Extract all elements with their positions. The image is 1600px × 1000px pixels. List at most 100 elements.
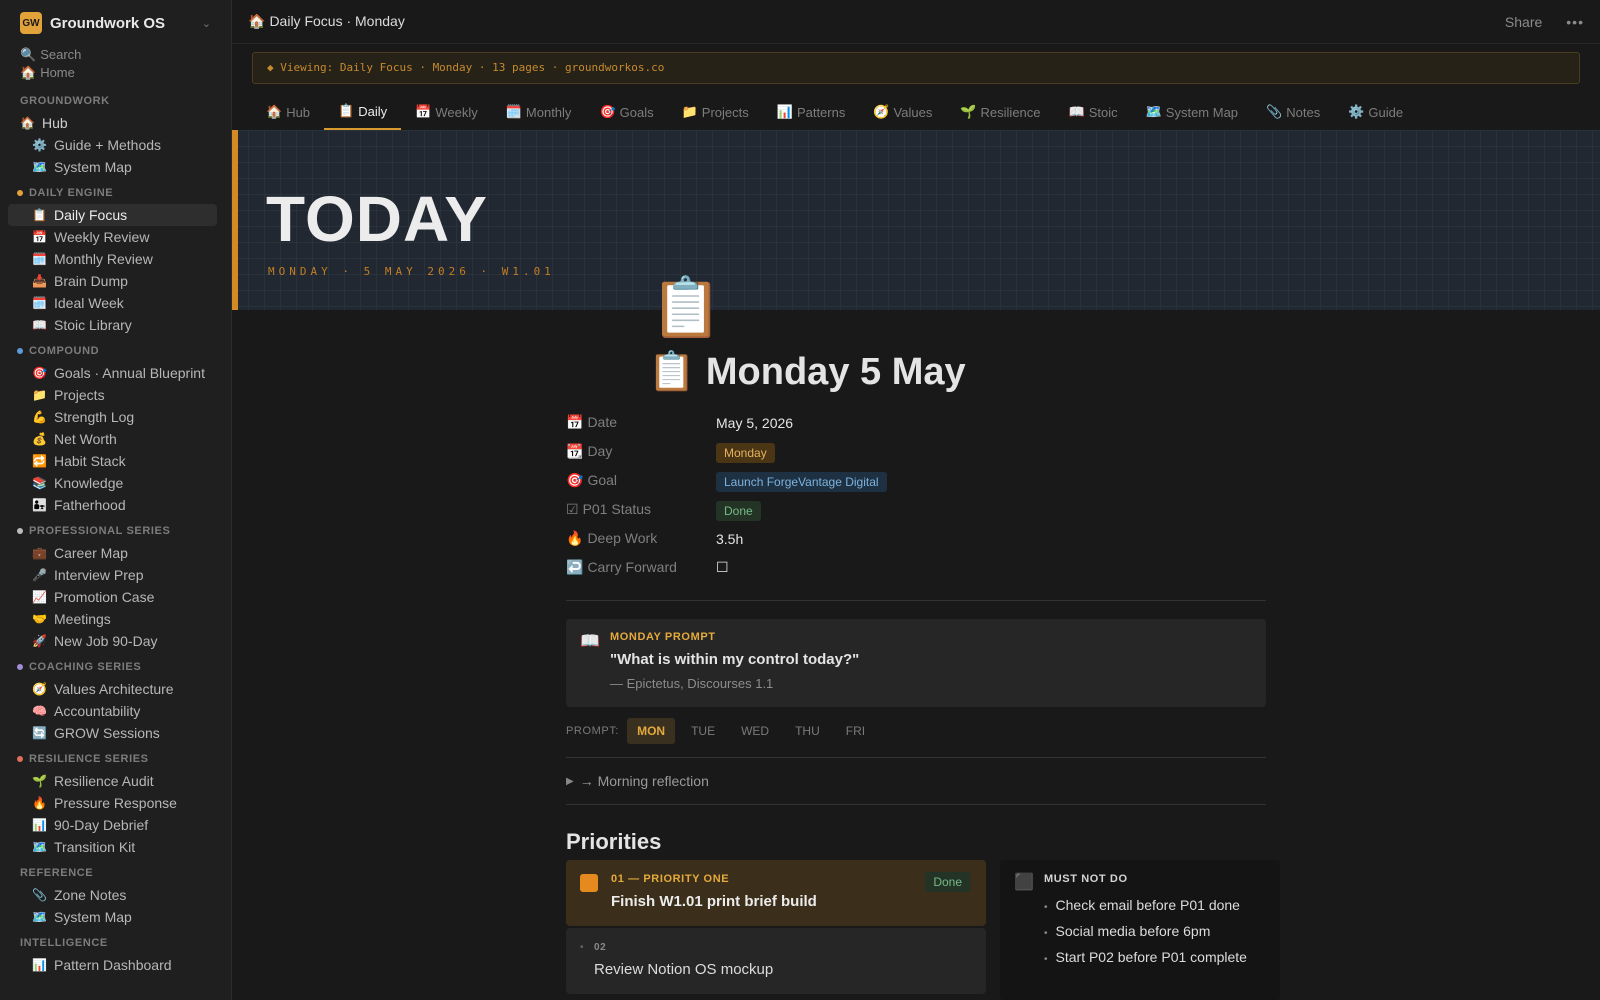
sidebar-item[interactable]: 🗺️ Transition Kit [8,836,217,858]
sidebar-item-label: Weekly Review [54,229,150,245]
sidebar-item[interactable]: 🚀 New Job 90-Day [8,630,217,652]
sidebar-item-icon: 💰 [32,432,47,446]
priority-one-label: 01 — PRIORITY ONE [611,873,730,885]
sidebar-item-icon: 📥 [32,274,47,288]
tab-values[interactable]: 🧭 Values [859,94,946,130]
priority-one-card[interactable]: 01 — PRIORITY ONE Finish W1.01 print bri… [566,860,986,926]
sidebar-home[interactable]: 🏠 Home [0,64,231,82]
tab-monthly[interactable]: 🗓️ Monthly [492,94,586,130]
tab-weekly[interactable]: 📅 Weekly [401,94,492,130]
sidebar-item[interactable]: 👨‍👧 Fatherhood [8,494,217,516]
sidebar-item[interactable]: 🗺️ System Map [8,156,217,178]
sidebar-item[interactable]: 📅 Weekly Review [8,226,217,248]
sidebar-item[interactable]: 📊 90-Day Debrief [8,814,217,836]
sidebar-item-label: Zone Notes [54,887,127,903]
property-key[interactable]: 🔥 Deep Work [566,530,716,547]
property-key[interactable]: 📆 Day [566,443,716,460]
sidebar-item[interactable]: 💼 Career Map [8,542,217,564]
tab-hub[interactable]: 🏠 Hub [252,94,324,130]
tab-stoic[interactable]: 📖 Stoic [1055,94,1132,130]
sidebar-item[interactable]: 💪 Strength Log [8,406,217,428]
property-value[interactable]: Launch ForgeVantage Digital [716,471,887,492]
property-key-label: Date [587,414,618,430]
priority-two-card[interactable]: • 02 Review Notion OS mockup [566,928,986,994]
sidebar-item[interactable]: 📖 Stoic Library [8,314,217,336]
must-not-do-list: Check email before P01 doneSocial media … [1044,897,1247,975]
prompt-day-wed[interactable]: WED [731,718,779,744]
sidebar-search[interactable]: 🔍 Search [0,46,231,64]
sidebar-item[interactable]: 🌱 Resilience Audit [8,770,217,792]
sidebar-item-icon: 📁 [32,388,47,402]
chevron-down-icon[interactable]: ⌄ [202,17,211,30]
property-icon: 📆 [566,443,584,459]
tab-patterns[interactable]: 📊 Patterns [763,94,860,130]
sidebar-item-icon: 🚀 [32,634,47,648]
share-button[interactable]: Share [1505,14,1542,30]
sidebar-item-label: Promotion Case [54,589,155,605]
tab-guide[interactable]: ⚙️ Guide [1334,94,1417,130]
sidebar-item[interactable]: 🏠 Hub [8,112,217,134]
sidebar-item[interactable]: 📁 Projects [8,384,217,406]
property-key-label: Deep Work [587,530,658,546]
property-icon: 🎯 [566,472,584,488]
morning-reflection-toggle[interactable]: ▶ → Morning reflection [566,757,1266,805]
sidebar-item[interactable]: 🗓️ Ideal Week [8,292,217,314]
property-value[interactable]: Done [716,500,761,521]
clipboard-icon[interactable]: 📋 [650,274,722,342]
sidebar-item[interactable]: 📚 Knowledge [8,472,217,494]
property-key[interactable]: ↩️ Carry Forward [566,559,716,576]
property-value[interactable]: ☐ [716,559,729,576]
property-key[interactable]: ☑ P01 Status [566,501,716,518]
tab-projects[interactable]: 📁 Projects [668,94,763,130]
sidebar-item[interactable]: 📊 Pattern Dashboard [8,954,217,976]
sidebar-item-label: Hub [42,115,68,131]
prompt-day-thu[interactable]: THU [785,718,830,744]
tab-icon: 📁 [681,104,698,119]
sidebar-item[interactable]: 🧭 Values Architecture [8,678,217,700]
tab-resilience[interactable]: 🌱 Resilience [946,94,1054,130]
sidebar-item[interactable]: 🤝 Meetings [8,608,217,630]
sidebar-item[interactable]: 🎯 Goals · Annual Blueprint [8,362,217,384]
workspace-switcher[interactable]: GW Groundwork OS ⌄ [0,0,231,46]
sidebar: GW Groundwork OS ⌄ 🔍 Search 🏠 Home GROUNDW… [0,0,232,1000]
sidebar-item-label: Meetings [54,611,111,627]
property-value[interactable]: 3.5h [716,531,743,547]
sidebar-item-label: Daily Focus [54,207,128,223]
sidebar-item[interactable]: 🔁 Habit Stack [8,450,217,472]
property-value[interactable]: Monday [716,442,775,463]
tab-goals[interactable]: 🎯 Goals [585,94,667,130]
sidebar-item[interactable]: 📥 Brain Dump [8,270,217,292]
property-value[interactable]: May 5, 2026 [716,415,793,431]
sidebar-item[interactable]: 📈 Promotion Case [8,586,217,608]
sidebar-item-icon: 📅 [32,230,47,244]
sidebar-item-icon: 🗺️ [32,910,47,924]
sidebar-item[interactable]: ⚙️ Guide + Methods [8,134,217,156]
tab-label: Monthly [525,104,572,120]
page-title[interactable]: 📋 Monday 5 May [648,350,1266,402]
tab-notes[interactable]: 📎 Notes [1252,94,1334,130]
breadcrumb[interactable]: 🏠 Daily Focus · Monday [248,13,1505,30]
sidebar-item-icon: 🎯 [32,366,47,380]
tab-system-map[interactable]: 🗺️ System Map [1132,94,1252,130]
sidebar-item[interactable]: 🧠 Accountability [8,700,217,722]
more-options-icon[interactable]: ••• [1566,14,1584,30]
sidebar-item[interactable]: 📎 Zone Notes [8,884,217,906]
sidebar-item[interactable]: 🎤 Interview Prep [8,564,217,586]
prompt-day-tue[interactable]: TUE [681,718,725,744]
property-key[interactable]: 🎯 Goal [566,472,716,489]
prompt-day-fri[interactable]: FRI [836,718,875,744]
prompt-day-mon[interactable]: MON [627,718,676,744]
sidebar-item[interactable]: 🗺️ System Map [8,906,217,928]
sidebar-item[interactable]: 🔄 GROW Sessions [8,722,217,744]
sidebar-item[interactable]: 🔥 Pressure Response [8,792,217,814]
property-row: 🔥 Deep Work 3.5h [566,524,1266,553]
sidebar-item[interactable]: 💰 Net Worth [8,428,217,450]
sidebar-item-icon: 🗺️ [32,840,47,854]
toggle-arrow-icon[interactable]: ▶ [566,776,574,787]
sidebar-item[interactable]: 🗓️ Monthly Review [8,248,217,270]
sidebar-item[interactable]: 📋 Daily Focus [8,204,217,226]
priority-two-label: 02 [594,942,607,953]
must-not-do-label: MUST NOT DO [1044,873,1128,885]
tab-daily[interactable]: 📋 Daily [324,94,402,130]
property-key[interactable]: 📅 Date [566,414,716,431]
